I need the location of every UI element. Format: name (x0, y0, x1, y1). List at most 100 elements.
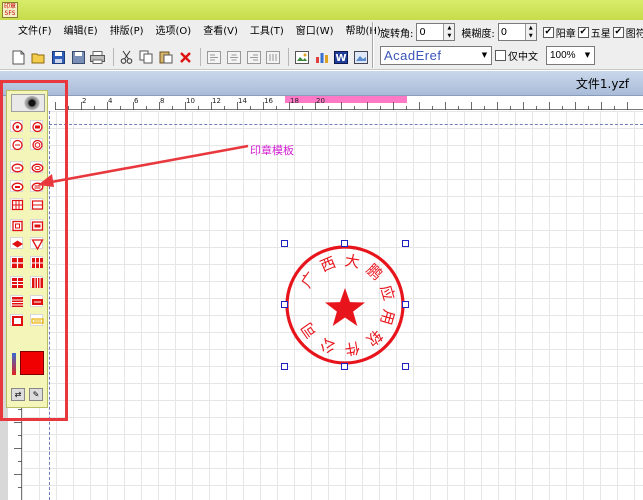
yangzhang-checkbox[interactable]: ✔ 阳章 (542, 25, 576, 40)
selection-handle[interactable] (281, 301, 288, 308)
main-toolbar: W (0, 44, 372, 70)
yangzhang-label: 阳章 (555, 28, 576, 40)
wuxing-label: 五星 (590, 28, 611, 40)
menu-window[interactable]: 窗口(W) (290, 22, 340, 42)
chevron-down-icon[interactable]: ▼ (478, 47, 491, 64)
rotate-spin-arrows[interactable]: ▲ ▼ (443, 24, 455, 40)
zhongwen-label: 仅中文 (508, 52, 538, 63)
stamp-graphic: 广西大鹏应用软件公司 (285, 245, 405, 365)
title-bar: 印章 SFS (0, 0, 643, 20)
blur-spinner[interactable]: ▲▼ (497, 23, 537, 41)
yangzhang-check-box[interactable]: ✔ (542, 26, 554, 38)
ruler-selection-highlight (285, 96, 407, 103)
font-select-value: AcadEref (384, 48, 442, 63)
document-header: 文件1.yzf (0, 71, 643, 96)
picture-icon[interactable] (352, 48, 370, 67)
ruler-label: 8 (160, 97, 164, 105)
chart-icon[interactable] (313, 48, 331, 67)
ruler-label: 20 (316, 97, 325, 105)
highlight-frame (0, 80, 68, 421)
stamp-properties-row: 旋转角: ▲▼ 模糊度: ▲▼ ✔阳章 ✔五星 ✔图符 (380, 22, 643, 42)
stamp-text-char: 软 (363, 326, 386, 349)
ruler-label: 6 (134, 97, 139, 105)
zoom-select[interactable]: 100% ▼ (546, 46, 595, 65)
paste-icon[interactable] (157, 48, 175, 67)
stamp-text-char: 用 (377, 307, 398, 326)
toolbar-area: 文件(F) 编辑(E) 排版(P) 选项(O) 查看(V) 工具(T) 窗口(W… (0, 20, 643, 70)
word-icon[interactable]: W (333, 48, 351, 67)
stamp-text-char: 应 (377, 283, 398, 302)
save-as-icon[interactable] (69, 48, 87, 67)
blur-input[interactable] (498, 26, 525, 38)
menu-view[interactable]: 查看(V) (197, 22, 244, 42)
selection-handle[interactable] (281, 240, 288, 247)
align-center-icon[interactable] (225, 48, 243, 67)
horizontal-ruler-ticks: 2 4 6 8 10 12 14 16 18 20 (55, 96, 628, 110)
align-right-icon[interactable] (245, 48, 263, 67)
selection-handle[interactable] (402, 240, 409, 247)
open-icon[interactable] (30, 48, 48, 67)
document-title[interactable]: 文件1.yzf (576, 75, 629, 92)
cut-icon[interactable] (118, 48, 136, 67)
app-logo-icon: 印章 SFS (2, 2, 18, 18)
menu-edit[interactable]: 编辑(E) (58, 22, 104, 42)
svg-text:W: W (336, 53, 347, 64)
align-left-icon[interactable] (205, 48, 223, 67)
ruler-label: 12 (212, 97, 221, 105)
image-icon[interactable] (293, 48, 311, 67)
tufu-checkbox[interactable]: ✔ 图符 (612, 25, 643, 40)
toolbar-divider (372, 22, 374, 68)
tufu-check-box[interactable]: ✔ (612, 26, 624, 38)
ruler-label: 2 (82, 97, 86, 105)
stamp-text-char: 公 (318, 334, 339, 356)
annotation-arrow-icon (38, 144, 249, 187)
chevron-down-icon[interactable]: ▼ (581, 47, 594, 64)
annotation-label: 印章模板 (250, 144, 294, 157)
rotate-input[interactable] (417, 26, 444, 38)
menu-tools[interactable]: 工具(T) (244, 22, 290, 42)
ruler-label: 4 (108, 97, 113, 105)
stamp-text-char: 大 (343, 251, 361, 271)
toolbar-separator (288, 48, 290, 66)
font-properties-row: AcadEref ▼ 仅中文 100% ▼ (380, 45, 595, 66)
ruler-label: 18 (290, 97, 299, 105)
font-select[interactable]: AcadEref ▼ (380, 46, 492, 65)
zhongwen-checkbox[interactable]: 仅中文 (495, 48, 538, 63)
wuxing-check-box[interactable]: ✔ (577, 26, 589, 38)
menu-file[interactable]: 文件(F) (12, 22, 58, 42)
selection-handle[interactable] (402, 301, 409, 308)
stamp[interactable]: 广西大鹏应用软件公司 (284, 243, 406, 367)
selection-handle[interactable] (341, 363, 348, 370)
horizontal-ruler: 2 4 6 8 10 12 14 16 18 20 (55, 96, 643, 110)
blur-label: 模糊度: (461, 28, 495, 40)
menu-options[interactable]: 选项(O) (150, 22, 198, 42)
stamp-text-char: 司 (297, 319, 320, 342)
print-icon[interactable] (89, 48, 107, 67)
wuxing-checkbox[interactable]: ✔ 五星 (577, 25, 611, 40)
zoom-select-value: 100% (550, 50, 576, 61)
stamp-text-char: 广 (297, 268, 320, 291)
copy-icon[interactable] (137, 48, 155, 67)
rotate-spinner[interactable]: ▲▼ (416, 23, 456, 41)
selection-handle[interactable] (281, 363, 288, 370)
stamp-text-char: 件 (343, 338, 361, 358)
stamp-text-char: 西 (318, 253, 339, 275)
zhongwen-check-box[interactable] (495, 50, 506, 61)
page-margin-line (49, 124, 643, 125)
rotate-label: 旋转角: (380, 28, 414, 40)
ruler-label: 10 (186, 97, 195, 105)
ruler-label: 14 (238, 97, 247, 105)
distribute-icon[interactable] (264, 48, 282, 67)
selection-handle[interactable] (402, 363, 409, 370)
tufu-label: 图符 (625, 28, 643, 40)
selection-handle[interactable] (341, 240, 348, 247)
blur-spin-arrows[interactable]: ▲ ▼ (524, 24, 536, 40)
toolbar-separator (200, 48, 202, 66)
toolbar-separator (112, 48, 114, 66)
menu-layout[interactable]: 排版(P) (104, 22, 150, 42)
new-icon[interactable] (10, 48, 28, 67)
delete-icon[interactable] (177, 48, 195, 67)
stamp-star (325, 288, 365, 326)
stamp-text-char: 鹏 (363, 260, 386, 283)
save-icon[interactable] (49, 48, 67, 67)
